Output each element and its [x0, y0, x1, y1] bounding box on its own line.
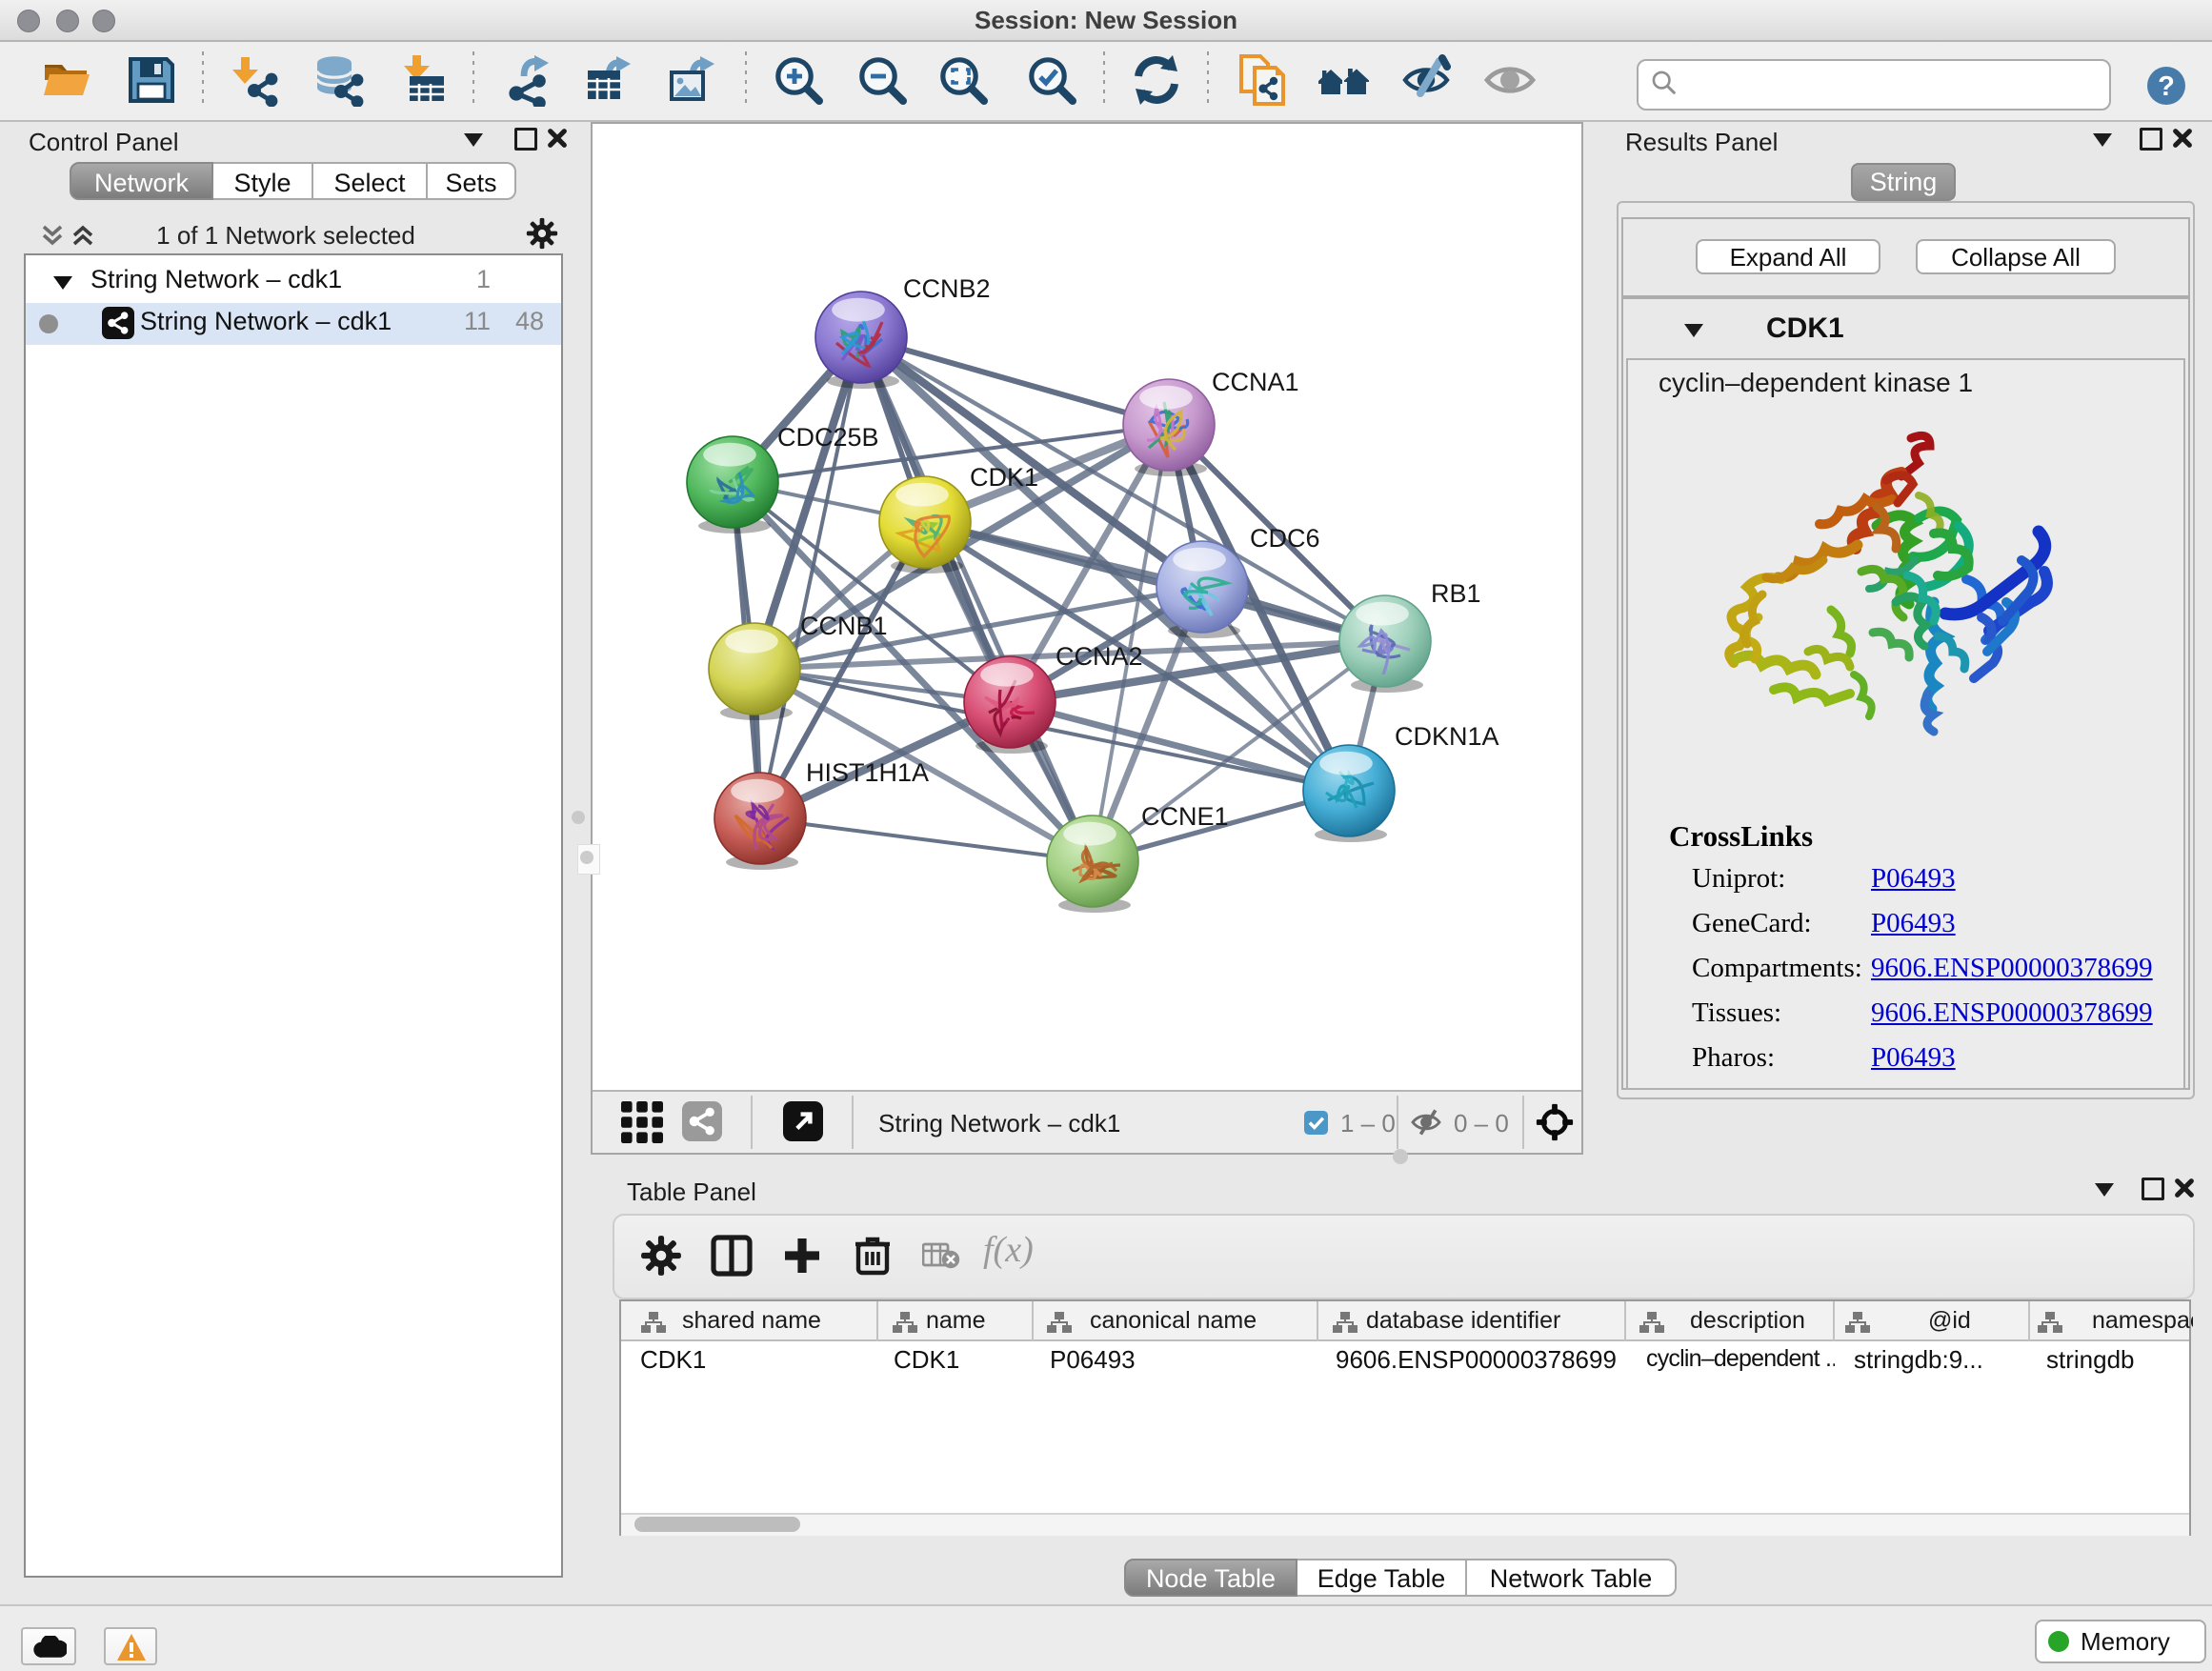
- svg-text:?: ?: [2158, 71, 2175, 102]
- svg-text:CCNE1: CCNE1: [1141, 802, 1229, 831]
- svg-text:CDKN1A: CDKN1A: [1395, 722, 1499, 751]
- svg-text:CDC25B: CDC25B: [777, 423, 879, 452]
- svg-text:RB1: RB1: [1431, 579, 1481, 608]
- svg-text:CCNA1: CCNA1: [1212, 368, 1299, 396]
- svg-text:CCNB1: CCNB1: [800, 612, 888, 640]
- svg-text:CDC6: CDC6: [1250, 524, 1320, 553]
- svg-text:HIST1H1A: HIST1H1A: [806, 758, 929, 787]
- svg-text:CCNA2: CCNA2: [1056, 642, 1143, 671]
- svg-text:CCNB2: CCNB2: [903, 274, 991, 303]
- svg-text:CDK1: CDK1: [970, 463, 1038, 492]
